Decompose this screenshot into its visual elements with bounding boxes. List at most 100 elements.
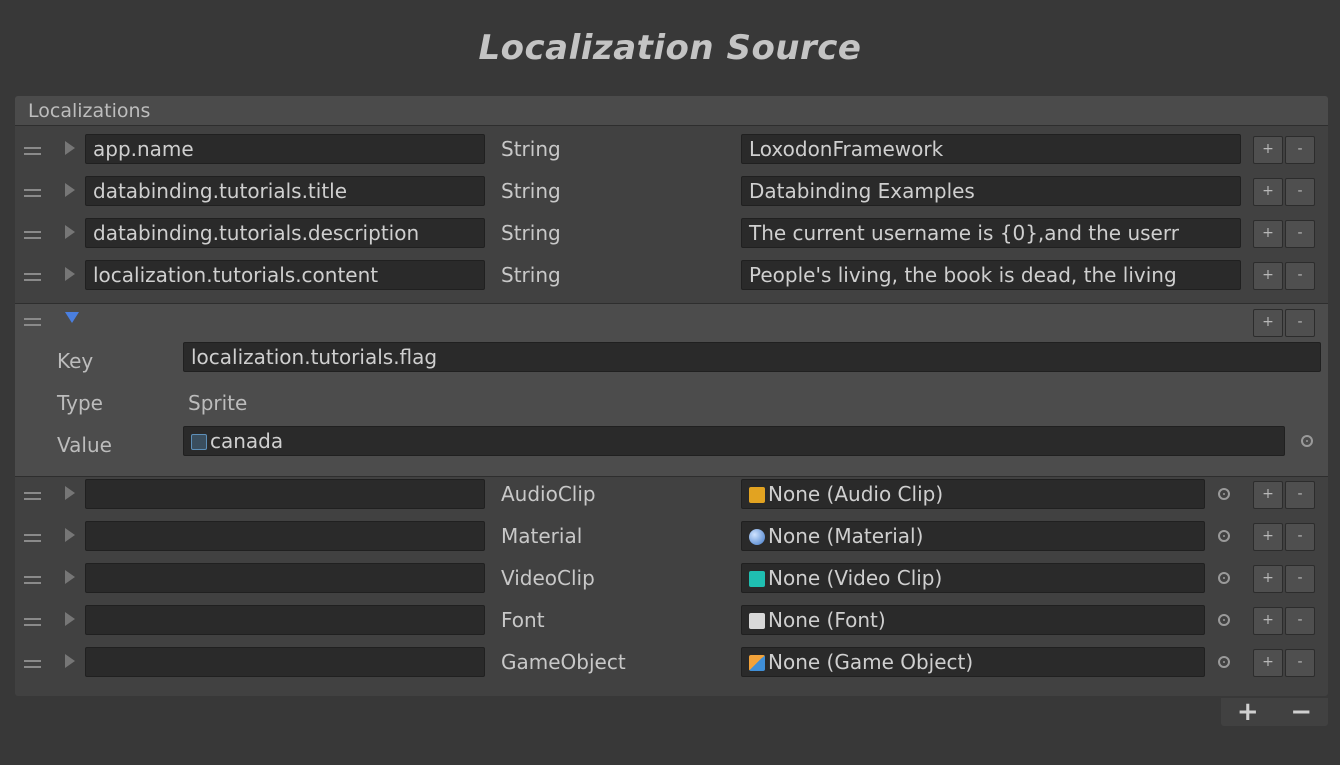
key-field[interactable]: databinding.tutorials.description <box>85 218 485 248</box>
object-picker-icon[interactable] <box>1301 435 1313 447</box>
drag-handle-icon[interactable] <box>24 318 41 326</box>
key-field[interactable] <box>85 479 485 509</box>
value-field[interactable]: Databinding Examples <box>741 176 1241 206</box>
row-plus-minus: + - <box>1253 220 1315 248</box>
key-field[interactable]: databinding.tutorials.title <box>85 176 485 206</box>
object-field[interactable]: None (Audio Clip) <box>741 479 1205 509</box>
expand-arrow-icon[interactable] <box>65 528 75 542</box>
object-field[interactable]: None (Font) <box>741 605 1205 635</box>
value-label: Value <box>57 433 112 457</box>
row-plus-minus: + - <box>1253 607 1315 635</box>
key-field[interactable]: app.name <box>85 134 485 164</box>
row-plus-minus: + - <box>1253 481 1315 509</box>
add-row-button[interactable]: + <box>1253 523 1283 551</box>
type-label: Font <box>501 608 545 632</box>
add-row-button[interactable]: + <box>1253 309 1283 337</box>
expand-arrow-icon[interactable] <box>65 570 75 584</box>
row-plus-minus: + - <box>1253 136 1315 164</box>
drag-handle-icon[interactable] <box>24 492 41 500</box>
object-picker-icon[interactable] <box>1218 572 1230 584</box>
key-field[interactable] <box>85 521 485 551</box>
remove-row-button[interactable]: - <box>1285 607 1315 635</box>
object-picker-icon[interactable] <box>1218 488 1230 500</box>
add-element-button[interactable]: + <box>1237 697 1259 727</box>
row-plus-minus: + - <box>1253 523 1315 551</box>
sprite-icon <box>191 434 207 450</box>
key-field[interactable]: localization.tutorials.flag <box>183 342 1321 372</box>
key-field[interactable]: localization.tutorials.content <box>85 260 485 290</box>
object-field[interactable]: None (Material) <box>741 521 1205 551</box>
value-field[interactable]: People's living, the book is dead, the l… <box>741 260 1241 290</box>
type-label: GameObject <box>501 650 626 674</box>
object-value: None (Video Clip) <box>768 566 943 590</box>
list-item: localization.tutorials.content String Pe… <box>15 260 1328 302</box>
object-value: None (Material) <box>768 524 924 548</box>
object-picker-icon[interactable] <box>1218 614 1230 626</box>
drag-handle-icon[interactable] <box>24 273 41 281</box>
add-row-button[interactable]: + <box>1253 220 1283 248</box>
remove-row-button[interactable]: - <box>1285 262 1315 290</box>
row-plus-minus: + - <box>1253 262 1315 290</box>
expand-arrow-icon[interactable] <box>65 141 75 155</box>
drag-handle-icon[interactable] <box>24 189 41 197</box>
object-picker-icon[interactable] <box>1218 656 1230 668</box>
add-row-button[interactable]: + <box>1253 607 1283 635</box>
expand-arrow-icon[interactable] <box>65 654 75 668</box>
list-item: GameObject None (Game Object) + - <box>15 647 1328 689</box>
expand-arrow-icon[interactable] <box>65 486 75 500</box>
drag-handle-icon[interactable] <box>24 147 41 155</box>
add-row-button[interactable]: + <box>1253 178 1283 206</box>
remove-row-button[interactable]: - <box>1285 523 1315 551</box>
add-row-button[interactable]: + <box>1253 565 1283 593</box>
add-row-button[interactable]: + <box>1253 481 1283 509</box>
type-label: String <box>501 263 561 287</box>
key-field[interactable] <box>85 563 485 593</box>
object-field[interactable]: None (Game Object) <box>741 647 1205 677</box>
inspector-title: Localization Source <box>478 28 862 68</box>
list-item: databinding.tutorials.description String… <box>15 218 1328 260</box>
sprite-object-field[interactable]: canada <box>183 426 1285 456</box>
value-field[interactable]: LoxodonFramework <box>741 134 1241 164</box>
list-item: Font None (Font) + - <box>15 605 1328 647</box>
remove-row-button[interactable]: - <box>1285 136 1315 164</box>
remove-row-button[interactable]: - <box>1285 220 1315 248</box>
remove-row-button[interactable]: - <box>1285 481 1315 509</box>
remove-row-button[interactable]: - <box>1285 309 1315 337</box>
collapse-arrow-icon[interactable] <box>65 312 79 323</box>
expand-arrow-icon[interactable] <box>65 612 75 626</box>
expand-arrow-icon[interactable] <box>65 225 75 239</box>
object-picker-icon[interactable] <box>1218 530 1230 542</box>
drag-handle-icon[interactable] <box>24 660 41 668</box>
remove-row-button[interactable]: - <box>1285 649 1315 677</box>
drag-handle-icon[interactable] <box>24 534 41 542</box>
key-field[interactable] <box>85 605 485 635</box>
list-item: Material None (Material) + - <box>15 521 1328 563</box>
type-value: Sprite <box>188 391 248 415</box>
row-plus-minus: + - <box>1253 178 1315 206</box>
list-item: databinding.tutorials.title String Datab… <box>15 176 1328 218</box>
remove-element-button[interactable]: − <box>1290 697 1312 727</box>
row-plus-minus: + - <box>1253 309 1315 337</box>
drag-handle-icon[interactable] <box>24 576 41 584</box>
drag-handle-icon[interactable] <box>24 231 41 239</box>
drag-handle-icon[interactable] <box>24 618 41 626</box>
object-value: None (Game Object) <box>768 650 974 674</box>
object-field[interactable]: None (Video Clip) <box>741 563 1205 593</box>
remove-row-button[interactable]: - <box>1285 178 1315 206</box>
add-row-button[interactable]: + <box>1253 262 1283 290</box>
expand-arrow-icon[interactable] <box>65 267 75 281</box>
sprite-value: canada <box>210 429 284 453</box>
list-item: AudioClip None (Audio Clip) + - <box>15 479 1328 521</box>
remove-row-button[interactable]: - <box>1285 565 1315 593</box>
expand-arrow-icon[interactable] <box>65 183 75 197</box>
value-field[interactable]: The current username is {0},and the user… <box>741 218 1241 248</box>
game-object-icon <box>749 655 765 671</box>
list-item: VideoClip None (Video Clip) + - <box>15 563 1328 605</box>
expanded-list-item: + - Key localization.tutorials.flag Type… <box>15 303 1328 477</box>
list-item: app.name String LoxodonFramework + - <box>15 134 1328 176</box>
add-row-button[interactable]: + <box>1253 649 1283 677</box>
list-footer: + − <box>1221 697 1328 727</box>
key-field[interactable] <box>85 647 485 677</box>
type-label: Material <box>501 524 583 548</box>
add-row-button[interactable]: + <box>1253 136 1283 164</box>
